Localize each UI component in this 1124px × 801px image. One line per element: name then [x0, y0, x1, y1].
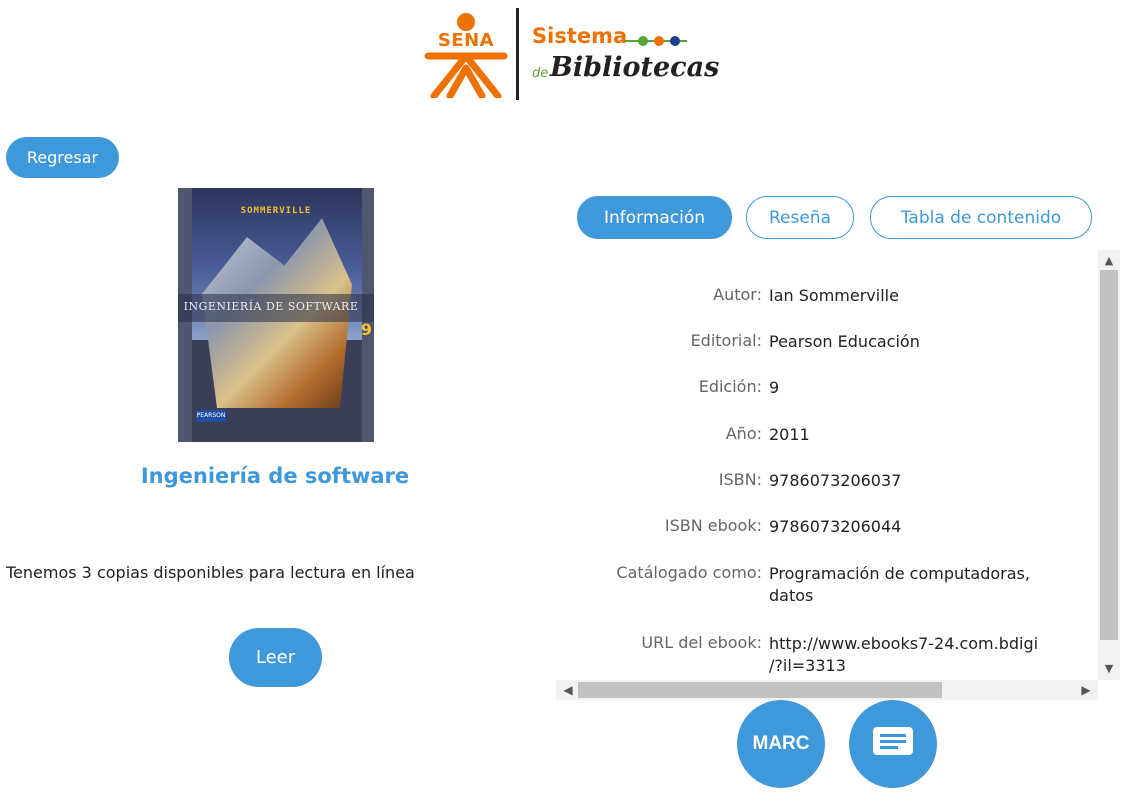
scroll-right-icon[interactable]: ▶: [1076, 680, 1096, 700]
cover-publisher: PEARSON: [196, 410, 226, 422]
logo-sistema-text: Sistema: [532, 24, 628, 48]
logo-dots-icon: [625, 36, 687, 46]
back-button[interactable]: Regresar: [6, 137, 119, 178]
info-label: Editorial:: [690, 331, 762, 350]
info-label: Edición:: [698, 377, 762, 396]
scroll-left-icon[interactable]: ◀: [558, 680, 578, 700]
book-title: Ingeniería de software: [140, 464, 410, 488]
info-label: Catálogado como:: [616, 563, 762, 582]
cover-edition-mark: 9: [360, 320, 372, 339]
info-value: 2011: [769, 425, 810, 444]
info-label: Año:: [725, 424, 762, 443]
horizontal-scrollbar[interactable]: ◀ ▶: [556, 680, 1098, 700]
scroll-down-icon[interactable]: ▼: [1098, 660, 1120, 678]
logo-bibliotecas-text: Bibliotecas: [550, 52, 720, 83]
info-value: 9786073206037: [769, 471, 902, 490]
info-label: URL del ebook:: [641, 633, 762, 652]
info-rows: Autor: Ian Sommerville Editorial: Pearso…: [556, 250, 1096, 680]
marc-button[interactable]: MARC: [737, 700, 825, 788]
info-value: Pearson Educación: [769, 332, 920, 351]
tab-resena[interactable]: Reseña: [746, 196, 854, 239]
horizontal-scroll-thumb[interactable]: [578, 682, 942, 698]
tab-informacion[interactable]: Información: [577, 196, 732, 239]
info-label: ISBN ebook:: [664, 516, 762, 535]
vertical-scroll-thumb[interactable]: [1100, 270, 1118, 640]
info-value: 9786073206044: [769, 517, 902, 536]
sena-logo-icon: [424, 13, 508, 98]
info-value: Ian Sommerville: [769, 286, 899, 305]
read-button[interactable]: Leer: [229, 628, 322, 687]
info-label: Autor:: [713, 285, 762, 304]
book-cover-image: SOMMERVILLE INGENIERÍA DE SOFTWARE 9 PEA…: [178, 188, 374, 442]
cover-author: SOMMERVILLE: [240, 206, 312, 216]
info-label: ISBN:: [718, 470, 762, 489]
logo-divider: [516, 8, 519, 100]
info-value: 9: [769, 378, 780, 397]
document-lines-icon: [873, 727, 913, 755]
info-value: Programación de computadoras, datos: [769, 564, 1030, 605]
vertical-scrollbar[interactable]: ▲ ▼: [1098, 250, 1120, 680]
copies-available-text: Tenemos 3 copias disponibles para lectur…: [6, 563, 415, 582]
sena-logo-text: SENA: [437, 30, 495, 51]
logo-de-text: de: [532, 66, 549, 81]
cover-title: INGENIERÍA DE SOFTWARE: [183, 300, 359, 313]
info-url-value[interactable]: http://www.ebooks7-24.com.bdigi /?il=331…: [769, 633, 1096, 677]
sistema-bibliotecas-logo: SENA Sistema de Bibliotecas: [420, 6, 719, 102]
tab-tabla-de-contenido[interactable]: Tabla de contenido: [870, 196, 1092, 239]
info-panel: Autor: Ian Sommerville Editorial: Pearso…: [556, 250, 1120, 702]
citation-button[interactable]: [849, 700, 937, 788]
scroll-up-icon[interactable]: ▲: [1098, 252, 1120, 270]
